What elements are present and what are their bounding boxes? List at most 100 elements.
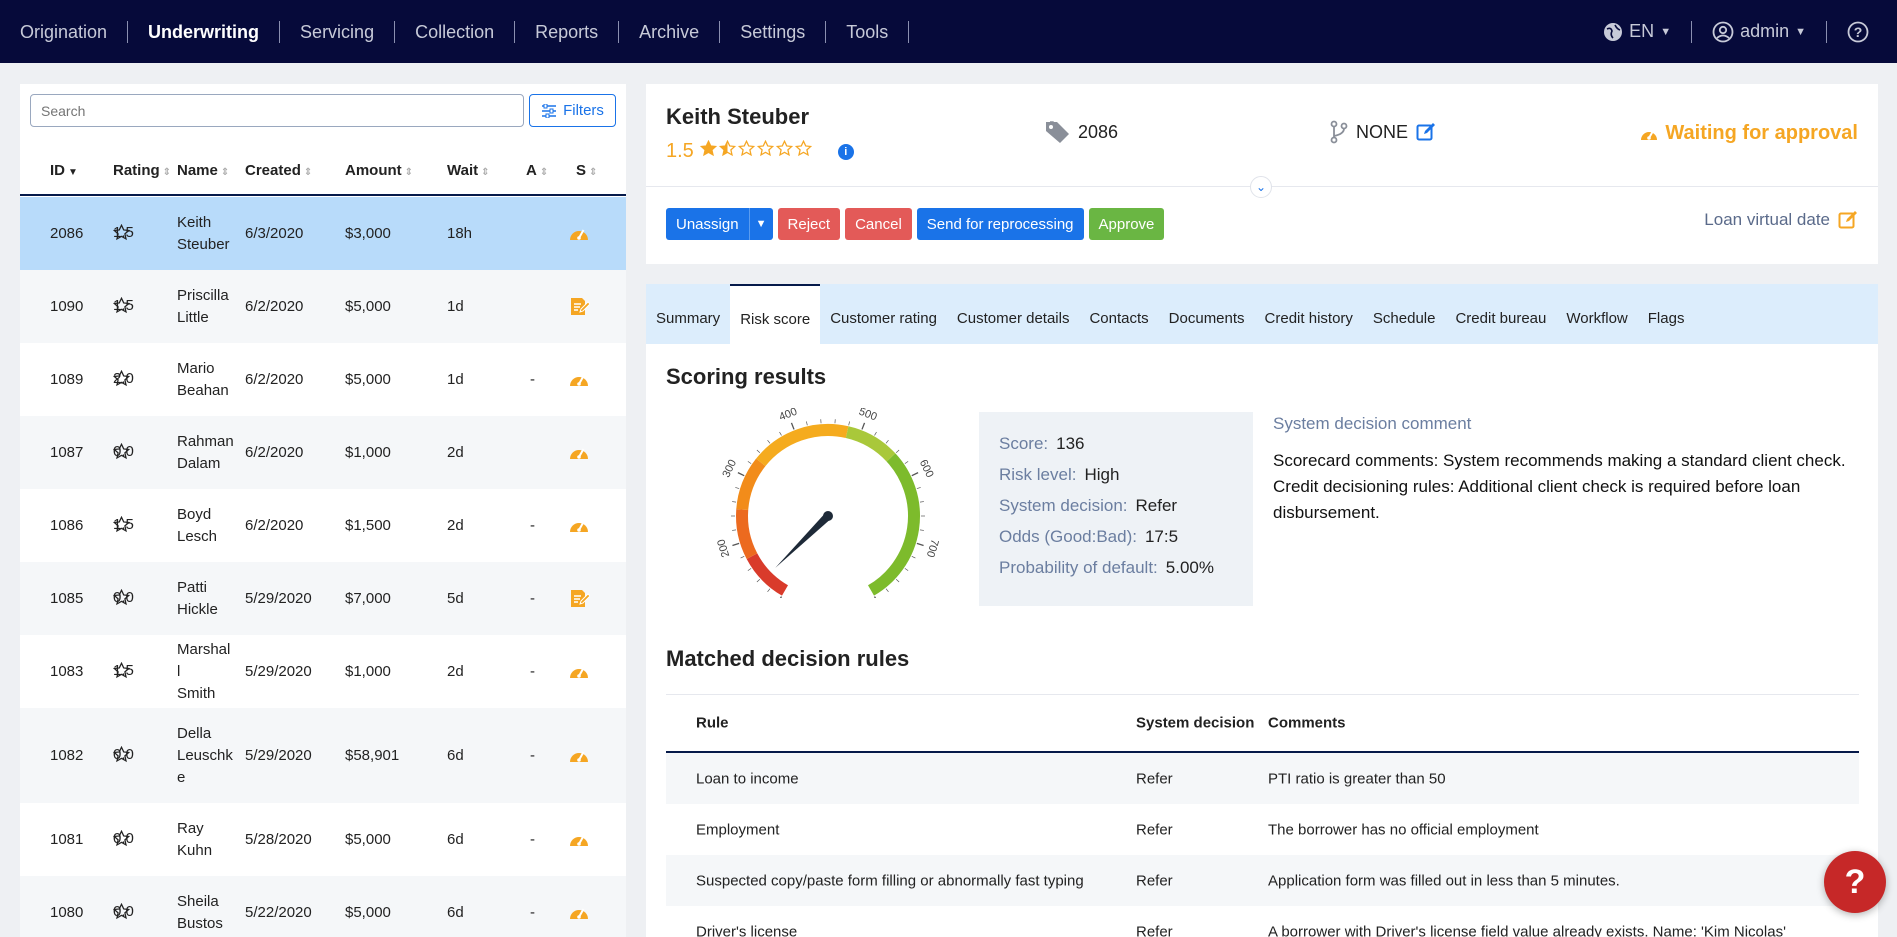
col-amount[interactable]: Amount ⇕ <box>345 162 413 179</box>
status-badge: Waiting for approval <box>1639 122 1858 145</box>
row-name: Rahman Dalam <box>177 432 234 472</box>
search-input[interactable] <box>30 94 524 127</box>
rules-table-header: Rule System decision Comments <box>666 695 1859 753</box>
edit-doc-icon <box>568 588 591 614</box>
nav-reports[interactable]: Reports <box>515 20 620 43</box>
risk-level-line: Risk level: High <box>999 465 1120 484</box>
chevron-down-icon[interactable]: ▼ <box>748 208 773 240</box>
unassign-button[interactable]: Unassign ▼ <box>666 208 773 240</box>
send-for-reprocessing-button[interactable]: Send for reprocessing <box>916 208 1084 240</box>
table-row[interactable]: 1090 1.5 Priscilla Little 6/2/2020 $5,000 1d <box>20 270 626 343</box>
help-fab-button[interactable]: ? <box>1824 851 1886 913</box>
row-amount: $1,000 <box>345 443 391 461</box>
rule-comment: PTI ratio is greater than 50 <box>1268 770 1446 787</box>
tab-summary[interactable]: Summary <box>646 284 730 344</box>
gauge-tick <box>732 542 740 547</box>
gauge-tick-label: 300 <box>720 458 739 480</box>
expand-chevron-icon[interactable]: ⌄ <box>1250 176 1272 198</box>
nav-collection[interactable]: Collection <box>395 20 516 43</box>
rule-decision: Refer <box>1136 923 1173 937</box>
gauge-tick <box>861 422 866 430</box>
risk-level-value: High <box>1084 465 1120 484</box>
rule-decision: Refer <box>1136 821 1173 838</box>
tab-documents[interactable]: Documents <box>1159 284 1255 344</box>
language-selector[interactable]: EN ▼ <box>1583 20 1693 43</box>
col-rule: Rule <box>696 714 729 732</box>
table-row[interactable]: 1085 0.0 Patti Hickle 5/29/2020 $7,000 5d - <box>20 562 626 635</box>
col-id[interactable]: ID ▼ <box>50 162 78 179</box>
table-row[interactable]: 1082 0.0 Della Leuschk e 5/29/2020 $58,901 6d - <box>20 708 626 803</box>
row-id: 1085 <box>50 589 84 607</box>
help-button[interactable]: ? <box>1827 21 1897 43</box>
table-row[interactable]: 1080 0.0 Sheila Bustos 5/22/2020 $5,000 6d - <box>20 876 626 937</box>
tab-customer-rating[interactable]: Customer rating <box>820 284 947 344</box>
col-rating[interactable]: Rating ⇕ <box>113 162 171 179</box>
table-row[interactable]: 1086 1.5 Boyd Lesch 6/2/2020 $1,500 2d - <box>20 489 626 562</box>
row-id: 1089 <box>50 370 84 388</box>
tab-schedule[interactable]: Schedule <box>1363 284 1446 344</box>
gauge-tick <box>747 568 752 571</box>
row-wait: 1d <box>447 297 464 315</box>
row-wait: 2d <box>447 662 464 680</box>
col-s[interactable]: S ⇕ <box>576 162 597 179</box>
comment-label: System decision comment <box>1273 414 1472 433</box>
tab-workflow[interactable]: Workflow <box>1556 284 1637 344</box>
reject-button[interactable]: Reject <box>777 208 841 240</box>
nav-origination[interactable]: Origination <box>20 20 129 43</box>
edit-icon[interactable] <box>1838 210 1858 230</box>
nav-settings[interactable]: Settings <box>720 20 827 43</box>
table-row[interactable]: 1083 1.5 Marshal l Smith 5/29/2020 $1,000 2d - <box>20 635 626 708</box>
main-menu: Origination Underwriting Servicing Colle… <box>0 0 910 63</box>
application-id-value: 2086 <box>1078 121 1119 142</box>
gauge-tick <box>885 588 889 593</box>
nav-underwriting[interactable]: Underwriting <box>128 20 281 43</box>
gauge-tick <box>911 472 919 477</box>
row-rating: 1.5 <box>113 515 134 533</box>
gauge-icon <box>568 829 590 853</box>
table-row[interactable]: 1081 0.0 Ray Kuhn 5/28/2020 $5,000 6d - <box>20 803 626 876</box>
nav-archive[interactable]: Archive <box>619 20 721 43</box>
nav-servicing[interactable]: Servicing <box>280 20 396 43</box>
system-decision-comment: System decision comment Scorecard commen… <box>1273 414 1853 526</box>
col-name[interactable]: Name ⇕ <box>177 162 229 179</box>
row-rating: 0.0 <box>113 588 134 606</box>
tab-flags[interactable]: Flags <box>1638 284 1695 344</box>
rule-decision: Refer <box>1136 872 1173 889</box>
table-row[interactable]: 1089 2.0 Mario Beahan 6/2/2020 $5,000 1d - <box>20 343 626 416</box>
tab-credit-history[interactable]: Credit history <box>1255 284 1363 344</box>
gauge-band <box>736 509 758 559</box>
rating-value: 2.0 <box>113 369 134 387</box>
row-id: 1082 <box>50 746 84 764</box>
nav-tools[interactable]: Tools <box>826 20 910 43</box>
col-a[interactable]: A ⇕ <box>526 162 548 179</box>
col-wait[interactable]: Wait ⇕ <box>447 162 490 179</box>
row-amount: $1,500 <box>345 516 391 534</box>
score-gauge: 100200300400500600700800 <box>715 408 941 598</box>
approve-button[interactable]: Approve <box>1088 208 1165 240</box>
gauge-icon <box>1641 130 1658 140</box>
tab-risk-score[interactable]: Risk score <box>730 284 821 344</box>
odds-line: Odds (Good:Bad): 17:5 <box>999 527 1179 546</box>
star-icon <box>756 139 775 163</box>
filters-button[interactable]: Filters <box>529 94 616 127</box>
col-created[interactable]: Created ⇕ <box>245 162 312 179</box>
edit-icon[interactable] <box>1416 122 1436 142</box>
tab-credit-bureau[interactable]: Credit bureau <box>1445 284 1556 344</box>
row-name: Ray Kuhn <box>177 819 213 859</box>
info-icon[interactable]: i <box>837 143 854 160</box>
gauge-band <box>756 424 849 467</box>
row-amount: $58,901 <box>345 746 400 764</box>
gauge-icon <box>568 223 590 247</box>
cancel-button[interactable]: Cancel <box>845 208 912 240</box>
branch-value: NONE <box>1356 121 1409 142</box>
rating-value: 0.0 <box>113 442 134 460</box>
tab-customer-details[interactable]: Customer details <box>947 284 1080 344</box>
gauge-tick <box>756 449 761 454</box>
user-menu[interactable]: admin ▼ <box>1692 20 1827 43</box>
table-row[interactable]: 1087 0.0 Rahman Dalam 6/2/2020 $1,000 2d <box>20 416 626 489</box>
loan-virtual-date[interactable]: Loan virtual date <box>1704 210 1858 230</box>
tab-contacts[interactable]: Contacts <box>1079 284 1158 344</box>
row-id: 1086 <box>50 516 84 534</box>
reject-label: Reject <box>787 215 831 233</box>
table-row[interactable]: 2086 1.5 Keith Steuber 6/3/2020 $3,000 18h <box>20 197 626 270</box>
